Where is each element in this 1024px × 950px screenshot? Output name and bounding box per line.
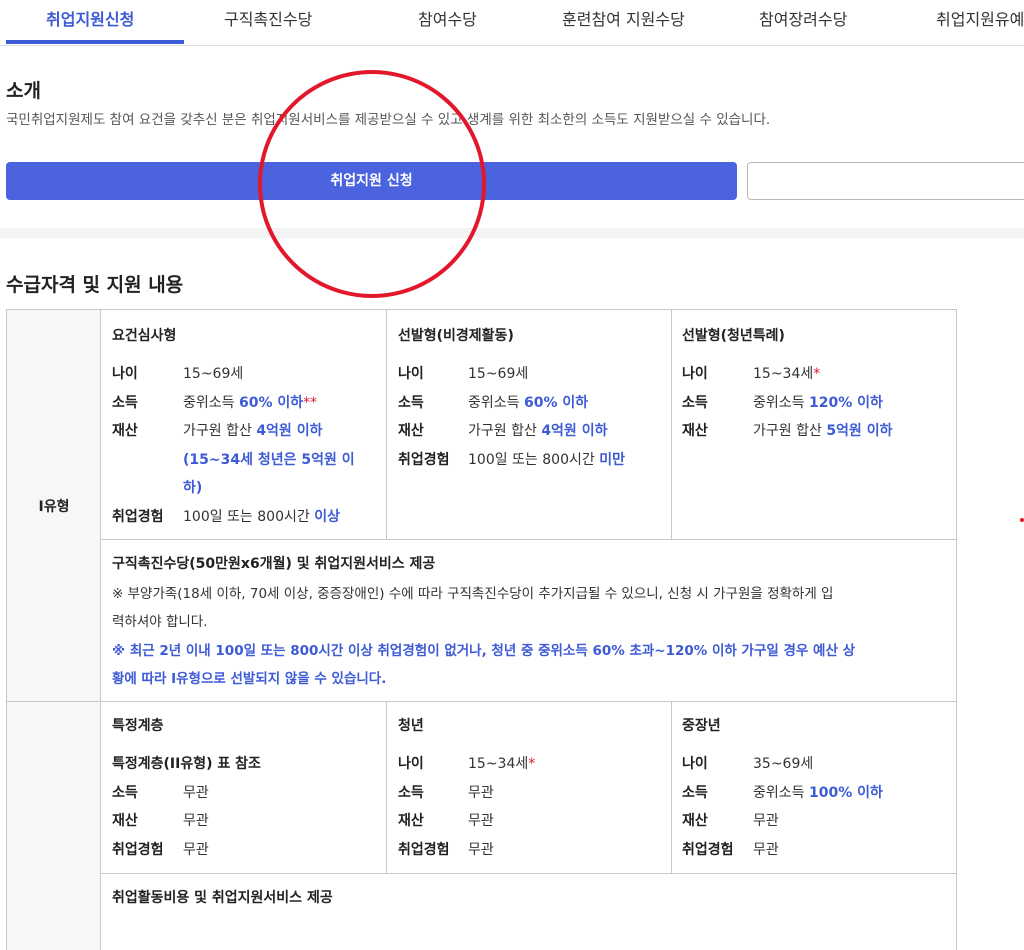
income-value: 무관 — [468, 785, 494, 801]
asset-label: 재산 — [682, 813, 708, 829]
age-value: 15~34세* — [468, 756, 536, 772]
annotation-dot — [1020, 518, 1024, 522]
experience-value: 100일 또는 800시간 미만 — [468, 452, 625, 468]
type1-label: I유형 — [38, 499, 70, 515]
grid-line — [101, 873, 957, 874]
type2-col3-title: 중장년 — [682, 718, 721, 734]
asset-label: 재산 — [398, 423, 424, 439]
age-label: 나이 — [682, 756, 708, 772]
income-label: 소득 — [398, 395, 424, 411]
secondary-button[interactable] — [747, 162, 1024, 200]
age-label: 나이 — [682, 366, 708, 382]
eligibility-title: 수급자격 및 지원 내용 — [6, 274, 184, 296]
asset-value: 가구원 합산 4억원 이하 — [183, 423, 323, 439]
type1-col3-title: 선발형(청년특례) — [682, 328, 785, 344]
tab-participation-allowance[interactable]: 참여수당 — [418, 0, 477, 45]
type2-col2-title: 청년 — [398, 718, 424, 734]
special-group-ref: 특정계층(II유형) 표 참조 — [112, 756, 261, 772]
apply-button[interactable]: 취업지원 신청 — [6, 162, 737, 200]
age-label: 나이 — [398, 756, 424, 772]
active-tab-indicator — [6, 40, 184, 44]
type2-benefit-title: 취업활동비용 및 취업지원서비스 제공 — [112, 890, 333, 906]
intro-title: 소개 — [6, 80, 41, 102]
tab-bar: 취업지원신청 구직촉진수당 참여수당 훈련참여 지원수당 참여장려수당 취업지원… — [0, 0, 1024, 46]
grid-line — [671, 701, 672, 873]
asset-value: 무관 — [183, 813, 209, 829]
income-label: 소득 — [682, 395, 708, 411]
experience-value: 무관 — [468, 842, 494, 858]
experience-label: 취업경험 — [398, 842, 450, 858]
income-label: 소득 — [112, 785, 138, 801]
grid-line — [386, 310, 387, 539]
asset-label: 재산 — [112, 813, 138, 829]
experience-label: 취업경험 — [112, 842, 164, 858]
tab-deferral[interactable]: 취업지원유예 — [936, 0, 1024, 45]
grid-line — [956, 310, 957, 950]
asset-value: 무관 — [753, 813, 779, 829]
experience-value: 무관 — [753, 842, 779, 858]
age-label: 나이 — [398, 366, 424, 382]
asset-label: 재산 — [398, 813, 424, 829]
asset-label: 재산 — [682, 423, 708, 439]
income-label: 소득 — [398, 785, 424, 801]
grid-line — [7, 701, 957, 702]
tab-training-allowance[interactable]: 훈련참여 지원수당 — [562, 0, 685, 45]
experience-label: 취업경험 — [682, 842, 734, 858]
benefit-warning: ※ 최근 2년 이내 100일 또는 800시간 이상 취업경험이 없거나, 청… — [112, 643, 856, 659]
intro-text: 국민취업지원제도 참여 요건을 갖추신 분은 취업지원서비스를 제공받으실 수 … — [6, 112, 771, 128]
experience-value: 무관 — [183, 842, 209, 858]
row-head-type1: I유형 — [7, 310, 101, 701]
type1-col1-title: 요건심사형 — [112, 328, 177, 344]
grid-line — [101, 539, 957, 540]
asset-youth-note-cont: 하) — [183, 480, 203, 496]
experience-label: 취업경험 — [112, 509, 164, 525]
asset-value: 무관 — [468, 813, 494, 829]
type1-benefit-title: 구직촉진수당(50만원x6개월) 및 취업지원서비스 제공 — [112, 556, 436, 572]
row-head-type2 — [7, 701, 101, 950]
grid-line — [671, 310, 672, 539]
asset-value: 가구원 합산 5억원 이하 — [753, 423, 893, 439]
tab-job-seeking-allowance[interactable]: 구직촉진수당 — [224, 0, 312, 45]
experience-label: 취업경험 — [398, 452, 450, 468]
benefit-warning-cont: 황에 따라 I유형으로 선발되지 않을 수 있습니다. — [112, 671, 387, 687]
type1-col2-title: 선발형(비경제활동) — [398, 328, 514, 344]
tab-employment-support-application[interactable]: 취업지원신청 — [46, 0, 134, 45]
asset-youth-note: (15~34세 청년은 5억원 이 — [183, 452, 355, 468]
age-value: 15~34세* — [753, 366, 821, 382]
income-value: 중위소득 60% 이하** — [183, 395, 318, 411]
income-value: 무관 — [183, 785, 209, 801]
type2-col1-title: 특정계층 — [112, 718, 164, 734]
age-value: 15~69세 — [468, 366, 529, 382]
experience-value: 100일 또는 800시간 이상 — [183, 509, 340, 525]
section-divider — [0, 228, 1024, 238]
benefit-note-cont: 력하셔야 합니다. — [112, 614, 208, 630]
tab-incentive-allowance[interactable]: 참여장려수당 — [759, 0, 847, 45]
age-value: 15~69세 — [183, 366, 244, 382]
asset-label: 재산 — [112, 423, 138, 439]
income-value: 중위소득 60% 이하 — [468, 395, 589, 411]
grid-line — [386, 701, 387, 873]
age-value: 35~69세 — [753, 756, 814, 772]
eligibility-table: I유형 요건심사형 나이 15~69세 소득 중위소득 60% 이하** 재산 … — [6, 309, 957, 950]
income-value: 중위소득 100% 이하 — [753, 785, 883, 801]
asset-value: 가구원 합산 4억원 이하 — [468, 423, 608, 439]
benefit-note: ※ 부양가족(18세 이하, 70세 이상, 중증장애인) 수에 따라 구직촉진… — [112, 586, 834, 602]
age-label: 나이 — [112, 366, 138, 382]
income-label: 소득 — [112, 395, 138, 411]
income-value: 중위소득 120% 이하 — [753, 395, 883, 411]
income-label: 소득 — [682, 785, 708, 801]
